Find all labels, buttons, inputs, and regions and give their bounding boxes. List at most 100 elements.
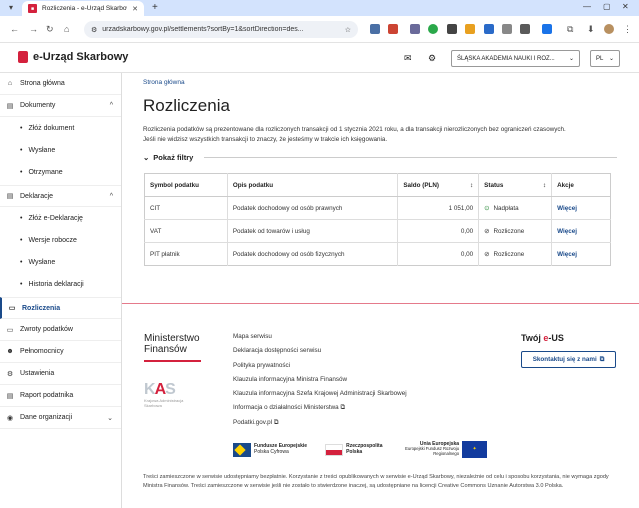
sidebar-item-organization-data[interactable]: ◉ Dane organizacji ⌄ (0, 407, 121, 429)
brand-name: e-Urząd Skarbowy (33, 51, 129, 63)
download-icon[interactable]: ⬇ (587, 24, 595, 35)
document-icon: ▤ (6, 102, 14, 110)
sidebar-item-label: Historia deklaracji (28, 280, 84, 288)
sidebar-item-taxpayer-report[interactable]: ▤ Raport podatnika (0, 385, 121, 407)
cell-description: Podatek od towarów i usług (226, 219, 398, 243)
ministry-logo[interactable]: Ministerstwo Finansów (144, 333, 200, 355)
back-icon[interactable]: ← (10, 24, 19, 34)
chevron-up-icon: ^ (109, 192, 113, 200)
bullet-icon: • (20, 168, 23, 176)
sort-icon[interactable]: ↕ (470, 182, 473, 189)
sidebar-item-received[interactable]: • Otrzymane (0, 161, 121, 183)
extension-icon[interactable] (370, 24, 380, 34)
kas-mark: KAS (144, 381, 176, 398)
address-url[interactable]: urzadskarbowy.gov.pl/settlements?sortBy=… (102, 26, 339, 33)
extension-icon[interactable] (520, 24, 530, 34)
sidebar-item-label: Otrzymane (28, 168, 63, 176)
gear-icon: ⚙ (6, 370, 14, 378)
sidebar-item-tax-refunds[interactable]: ▭ Zwroty podatków (0, 319, 121, 341)
new-tab-icon[interactable]: + (152, 2, 158, 13)
page-title: Rozliczenia (143, 96, 230, 115)
footer-link-mf-clause[interactable]: Klauzula informacyjna Ministra Finansów (233, 376, 407, 390)
profile-avatar[interactable] (604, 24, 614, 34)
sidebar-item-proxies[interactable]: ☻ Pełnomocnicy (0, 341, 121, 363)
puzzle-extensions-icon[interactable]: ⧉ (567, 24, 573, 35)
address-bar[interactable]: ⚙ urzadskarbowy.gov.pl/settlements?sortB… (84, 21, 358, 38)
rzeczpospolita-logo: Rzeczpospolita Polska (325, 443, 386, 456)
bookmark-star-icon[interactable]: ☆ (345, 26, 351, 34)
sidebar-item-settings[interactable]: ⚙ Ustawienia (0, 363, 121, 385)
gear-icon[interactable]: ⚙ (428, 53, 436, 64)
maximize-icon[interactable]: ▢ (603, 2, 611, 11)
reload-icon[interactable]: ↻ (46, 24, 54, 35)
more-link[interactable]: Więcej (557, 251, 577, 258)
cell-action: Więcej (551, 242, 611, 266)
sidebar-item-sent-documents[interactable]: • Wysłane (0, 139, 121, 161)
sidebar-item-declarations[interactable]: ▤ Deklaracje ^ (0, 185, 121, 207)
bullet-icon: • (20, 258, 23, 266)
home-icon[interactable]: ⌂ (64, 24, 69, 34)
browser-tabstrip: ▾ ■ Rozliczenia - e-Urząd Skarbowy ✕ + —… (0, 0, 639, 16)
cell-symbol: VAT (144, 219, 228, 243)
close-tab-icon[interactable]: ✕ (132, 5, 138, 13)
browser-tab[interactable]: ■ Rozliczenia - e-Urząd Skarbowy ✕ (22, 1, 144, 16)
column-header-symbol[interactable]: Symbol podatku (144, 173, 228, 197)
extension-icon[interactable] (542, 24, 552, 34)
extension-icon[interactable] (502, 24, 512, 34)
window-close-icon[interactable]: ✕ (622, 2, 629, 11)
extension-icon[interactable] (484, 24, 494, 34)
language-select[interactable]: PL ⌄ (590, 50, 620, 67)
column-header-description: Opis podatku (226, 173, 398, 197)
footer-link-podatki[interactable]: Podatki.gov.pl ⧉ (233, 419, 407, 433)
column-header-actions: Akcje (551, 173, 611, 197)
footer-link-privacy[interactable]: Polityka prywatności (233, 362, 407, 376)
menu-kebab-icon[interactable]: ⋮ (623, 24, 632, 35)
extension-icon[interactable] (410, 24, 420, 34)
show-filters-toggle[interactable]: ⌄ Pokaż filtry (143, 153, 193, 162)
more-link[interactable]: Więcej (557, 228, 577, 235)
sidebar-item-drafts[interactable]: • Wersje robocze (0, 229, 121, 251)
forward-icon[interactable]: → (29, 24, 38, 34)
sidebar-item-sent-declarations[interactable]: • Wysłane (0, 251, 121, 273)
footer-link-ministry-info[interactable]: Informacja o działalności Ministerstwa ⧉ (233, 404, 407, 418)
info-line: Jeśli nie widzisz wszystkich transakcji … (143, 135, 388, 143)
tab-search-icon[interactable]: ▾ (9, 3, 13, 12)
extension-icon[interactable] (388, 24, 398, 34)
minimize-icon[interactable]: — (583, 2, 591, 11)
sidebar-item-settlements[interactable]: ▭ Rozliczenia (0, 297, 121, 319)
sidebar-item-home[interactable]: ⌂ Strona główna (0, 73, 121, 95)
site-favicon-icon: ■ (28, 4, 37, 13)
column-header-balance[interactable]: Saldo (PLN) ↕ (397, 173, 479, 197)
browser-toolbar: ← → ↻ ⌂ ⚙ urzadskarbowy.gov.pl/settlemen… (0, 16, 639, 43)
divider (204, 157, 617, 158)
ministry-logo-bar (144, 360, 201, 362)
extension-icon[interactable] (465, 24, 475, 34)
site-info-icon[interactable]: ⚙ (91, 26, 97, 34)
contact-us-button[interactable]: Skontaktuj się z nami ⧉ (521, 351, 616, 368)
extension-icon[interactable] (447, 24, 457, 34)
main-content: Strona główna Rozliczenia Rozliczenia po… (122, 73, 639, 508)
footer-link-sitemap[interactable]: Mapa serwisu (233, 333, 407, 347)
mail-icon[interactable]: ✉ (404, 53, 412, 64)
organization-select[interactable]: ŚLĄSKA AKADEMIA NAUKI I ROZ... ⌄ (451, 50, 580, 67)
footer-link-kas-clause[interactable]: Klauzula informacyjna Szefa Krajowej Adm… (233, 390, 407, 404)
report-icon: ▤ (6, 392, 14, 400)
sidebar-item-declaration-history[interactable]: • Historia deklaracji (0, 273, 121, 295)
brand[interactable]: e-Urząd Skarbowy (18, 51, 128, 63)
eagle-emblem-icon (18, 51, 28, 63)
footer-link-accessibility[interactable]: Deklaracja dostępności serwisu (233, 347, 407, 361)
show-filters-label: Pokaż filtry (153, 153, 194, 162)
extension-icon[interactable] (428, 24, 438, 34)
column-header-status[interactable]: Status ↕ (478, 173, 552, 197)
table-row: PIT płatnik Podatek dochodowy od osób fi… (144, 242, 611, 266)
breadcrumb-home[interactable]: Strona główna (143, 79, 185, 86)
sidebar-item-submit-document[interactable]: • Złóż dokument (0, 117, 121, 139)
sidebar-item-submit-edeclaration[interactable]: • Złóż e-Deklarację (0, 207, 121, 229)
settled-check-icon: ⊘ (484, 250, 490, 258)
kas-logo: KAS Krajowa Administracja Skarbowa (144, 381, 194, 413)
more-link[interactable]: Więcej (557, 205, 577, 212)
sidebar-item-label: Wysłane (28, 146, 56, 154)
sidebar-item-documents[interactable]: ▤ Dokumenty ^ (0, 95, 121, 117)
sort-icon[interactable]: ↕ (543, 182, 546, 189)
declaration-icon: ▤ (6, 193, 14, 200)
